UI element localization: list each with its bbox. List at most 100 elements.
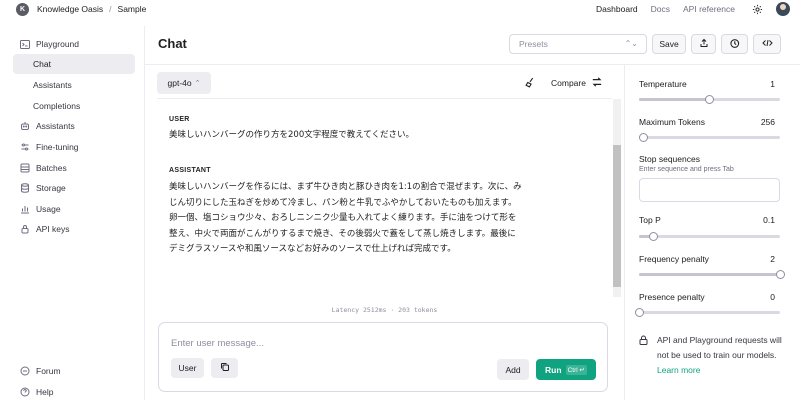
- compare-icon[interactable]: [591, 76, 603, 90]
- slider-thumb[interactable]: [638, 133, 648, 142]
- nav-dashboard[interactable]: Dashboard: [596, 4, 638, 14]
- presence-penalty-label: Presence penalty: [639, 292, 705, 302]
- chart-icon: [18, 204, 32, 214]
- run-shortcut: Ctrl ↵: [565, 364, 587, 375]
- sidebar-item-completions[interactable]: Completions: [13, 96, 135, 116]
- org-avatar[interactable]: K: [16, 2, 29, 16]
- sidebar-item-label: Batches: [36, 163, 67, 173]
- history-button[interactable]: [721, 34, 748, 54]
- sidebar-item-forum[interactable]: Forum: [13, 361, 135, 381]
- share-button[interactable]: [691, 34, 716, 54]
- sidebar-item-label: Help: [36, 387, 54, 397]
- sidebar-item-api-keys[interactable]: API keys: [13, 219, 135, 239]
- sidebar: Playground Chat Assistants Completions A…: [0, 26, 144, 400]
- project-name[interactable]: Sample: [118, 4, 147, 14]
- frequency-penalty-slider[interactable]: [639, 270, 785, 279]
- max-tokens-label: Maximum Tokens: [639, 117, 705, 127]
- latency-info: Latency 2512ms · 203 tokens: [331, 306, 438, 314]
- chevron-updown-icon: ⌃⌄: [624, 39, 638, 48]
- help-icon: [18, 387, 32, 397]
- run-button[interactable]: Run Ctrl ↵: [536, 359, 596, 380]
- user-message-text[interactable]: 美味しいハンバーグの作り方を200文字程度で教えてください。: [169, 128, 589, 144]
- nav-api-reference[interactable]: API reference: [683, 4, 735, 14]
- nav-docs[interactable]: Docs: [651, 4, 670, 14]
- presence-penalty-value[interactable]: 0: [770, 292, 775, 302]
- slider-thumb[interactable]: [648, 232, 658, 241]
- slider-thumb[interactable]: [634, 308, 644, 317]
- temperature-value[interactable]: 1: [770, 79, 775, 89]
- sidebar-item-label: Storage: [36, 183, 66, 193]
- sidebar-item-usage[interactable]: Usage: [13, 199, 135, 219]
- presets-select[interactable]: Presets ⌃⌄: [509, 34, 647, 54]
- settings-divider: [624, 65, 625, 400]
- sidebar-item-label: Assistants: [33, 80, 72, 90]
- tune-icon: [18, 142, 32, 152]
- top-nav: Dashboard Docs API reference: [583, 0, 790, 18]
- sidebar-item-label: Completions: [33, 101, 81, 111]
- message-composer: [158, 322, 608, 392]
- stop-sequences-input[interactable]: [639, 178, 780, 202]
- top-p-label: Top P: [639, 215, 661, 225]
- top-bar: K Knowledge Oasis / Sample Dashboard Doc…: [0, 0, 800, 18]
- learn-more-link[interactable]: Learn more: [657, 365, 700, 375]
- history-icon: [729, 38, 740, 51]
- lock-icon: [18, 224, 32, 234]
- sidebar-item-assistants[interactable]: Assistants: [13, 116, 135, 136]
- stop-sequences-label: Stop sequences: [639, 154, 700, 164]
- privacy-text: API and Playground requests will not be …: [657, 335, 782, 360]
- sidebar-item-storage[interactable]: Storage: [13, 178, 135, 198]
- temperature-slider[interactable]: [639, 95, 780, 104]
- compare-button[interactable]: Compare: [551, 78, 586, 88]
- code-icon: [761, 38, 773, 50]
- save-button[interactable]: Save: [652, 34, 686, 54]
- chat-scrollbar-thumb[interactable]: [613, 145, 621, 287]
- presets-placeholder: Presets: [519, 39, 548, 49]
- top-p-slider[interactable]: [639, 232, 780, 241]
- presence-penalty-slider[interactable]: [634, 308, 780, 317]
- assistant-message-line: じん切りにした玉ねぎを炒めて冷まし、パン粉と牛乳でふやかしておいたものも加えます…: [169, 197, 517, 208]
- stop-sequences-hint: Enter sequence and press Tab: [639, 166, 734, 173]
- clear-chat-icon[interactable]: [525, 77, 536, 90]
- sidebar-item-label: Forum: [36, 366, 61, 376]
- chevron-updown-icon: ⌃: [194, 80, 201, 87]
- sidebar-item-assistants-sub[interactable]: Assistants: [13, 75, 135, 95]
- attach-button[interactable]: [211, 358, 238, 378]
- message-role-user: USER: [169, 116, 190, 123]
- code-button[interactable]: [753, 34, 781, 54]
- slider-thumb[interactable]: [705, 95, 714, 104]
- max-tokens-slider[interactable]: [638, 133, 780, 142]
- user-avatar[interactable]: [776, 2, 790, 16]
- sidebar-item-label: API keys: [36, 224, 70, 234]
- sidebar-item-label: Chat: [33, 59, 51, 69]
- sidebar-item-label: Fine-tuning: [36, 142, 79, 152]
- sidebar-item-label: Assistants: [36, 121, 75, 131]
- sidebar-item-help[interactable]: Help: [13, 382, 135, 400]
- sidebar-item-chat[interactable]: Chat: [13, 54, 135, 74]
- org-name[interactable]: Knowledge Oasis: [37, 4, 103, 14]
- share-icon: [699, 38, 709, 50]
- temperature-label: Temperature: [639, 79, 687, 89]
- sidebar-item-fine-tuning[interactable]: Fine-tuning: [13, 137, 135, 157]
- message-input[interactable]: Enter user message...: [171, 338, 264, 349]
- role-toggle-button[interactable]: User: [171, 358, 204, 378]
- robot-icon: [18, 121, 32, 131]
- model-name: gpt-4o: [167, 78, 192, 88]
- terminal-icon: [18, 39, 32, 49]
- add-button[interactable]: Add: [497, 359, 529, 380]
- chat-divider: [157, 98, 612, 99]
- gear-icon[interactable]: [751, 3, 763, 15]
- top-p-value[interactable]: 0.1: [763, 215, 775, 225]
- sidebar-item-batches[interactable]: Batches: [13, 158, 135, 178]
- assistant-message-text[interactable]: 美味しいハンバーグを作るには、まず牛ひき肉と豚ひき肉を1:1の割合で混ぜます。次…: [169, 180, 589, 258]
- sidebar-item-playground[interactable]: Playground: [13, 34, 135, 54]
- max-tokens-value[interactable]: 256: [761, 117, 775, 127]
- frequency-penalty-value[interactable]: 2: [770, 254, 775, 264]
- model-select[interactable]: gpt-4o ⌃: [157, 72, 211, 94]
- slider-thumb[interactable]: [775, 270, 785, 279]
- privacy-notice: API and Playground requests will not be …: [657, 333, 787, 378]
- copy-icon: [220, 362, 230, 374]
- header-divider: [144, 64, 800, 65]
- sidebar-item-label: Playground: [36, 39, 80, 49]
- batches-icon: [18, 163, 32, 173]
- assistant-message-line: 整え、中火で両面がこんがりするまで焼き、その後弱火で蓋をして蒸し焼きします。最後…: [169, 228, 516, 239]
